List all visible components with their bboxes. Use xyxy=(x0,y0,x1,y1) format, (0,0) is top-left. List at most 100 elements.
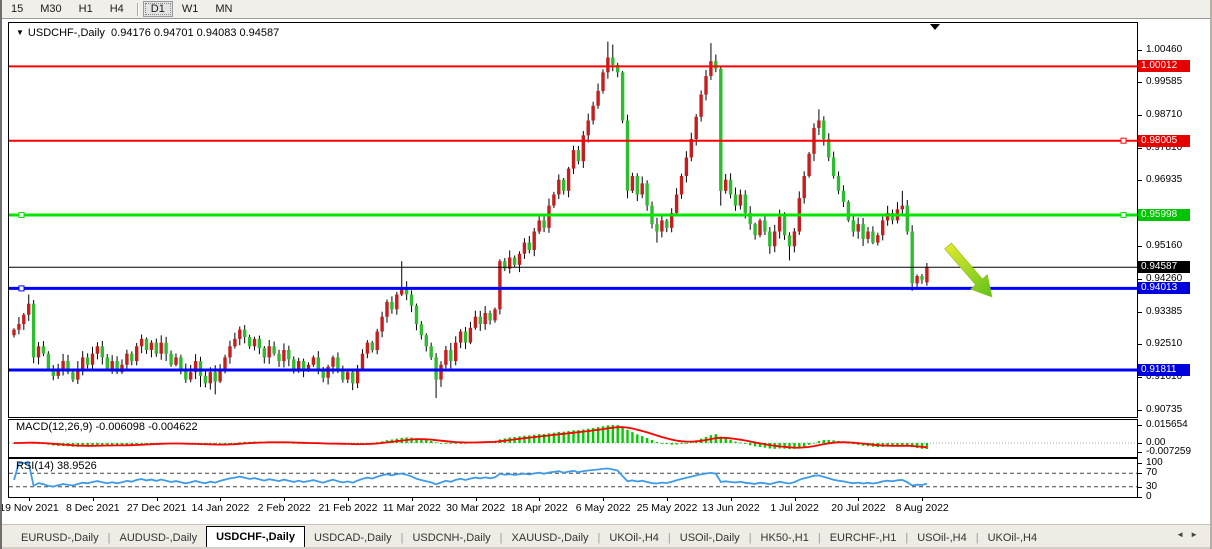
price-tick xyxy=(1138,148,1142,149)
price-tick xyxy=(1138,410,1142,411)
date-label: 30 Mar 2022 xyxy=(446,502,505,514)
tab-usdcad-daily[interactable]: USDCAD-,Daily xyxy=(305,529,401,547)
timeframe-button-h1[interactable]: H1 xyxy=(71,1,101,17)
tab-usdchf-daily[interactable]: USDCHF-,Daily xyxy=(206,526,305,548)
mt4-window: 15M30H1H4 D1W1MN ▼ USDCHF-,Daily 0.94176 0… xyxy=(0,0,1212,549)
date-label: 13 Jun 2022 xyxy=(702,502,760,514)
tab-scroll-right-icon[interactable]: ► xyxy=(1190,530,1204,539)
date-tick xyxy=(858,498,859,501)
chart-ohlc-quote: 0.94176 0.94701 0.94083 0.94587 xyxy=(111,27,279,39)
rsi-tick xyxy=(1138,497,1142,498)
macd-tick xyxy=(1138,452,1142,453)
timeframe-button-h4[interactable]: H4 xyxy=(102,1,132,17)
tab-scroll-arrows: ◄► xyxy=(1176,530,1204,539)
price-tick xyxy=(1138,312,1142,313)
date-label: 19 Nov 2021 xyxy=(0,502,59,514)
rsi-tick xyxy=(1138,463,1142,464)
price-tick xyxy=(1138,344,1142,345)
rsi-tick xyxy=(1138,473,1142,474)
price-label: 0.93385 xyxy=(1146,306,1182,317)
date-label: 11 Mar 2022 xyxy=(383,502,441,514)
tab-hk50-h1[interactable]: HK50-,H1 xyxy=(752,529,818,547)
macd-tick xyxy=(1138,443,1142,444)
price-chart-panel[interactable] xyxy=(8,22,1138,418)
price-label: 1.00460 xyxy=(1146,44,1182,55)
date-label: 18 Apr 2022 xyxy=(511,502,568,514)
price-tick xyxy=(1138,279,1142,280)
date-tick xyxy=(795,498,796,501)
timeframe-button-w1[interactable]: W1 xyxy=(174,1,207,17)
tab-usdcnh-daily[interactable]: USDCNH-,Daily xyxy=(403,529,499,547)
tab-eurchf-h1[interactable]: EURCHF-,H1 xyxy=(821,529,906,547)
date-label: 6 May 2022 xyxy=(576,502,631,514)
date-tick xyxy=(93,498,94,501)
price-level-chip: 0.98005 xyxy=(1138,135,1190,147)
date-label: 21 Feb 2022 xyxy=(319,502,378,514)
price-label: 0.92510 xyxy=(1146,338,1182,349)
timeframe-button-15[interactable]: 15 xyxy=(3,1,31,17)
date-label: 20 Jul 2022 xyxy=(831,502,885,514)
tab-ukoil-h4[interactable]: UKOil-,H4 xyxy=(600,529,668,547)
tab-ukoil-h4[interactable]: UKOil-,H4 xyxy=(979,529,1047,547)
date-label: 14 Jan 2022 xyxy=(191,502,249,514)
date-label: 8 Aug 2022 xyxy=(896,502,949,514)
price-tick xyxy=(1138,82,1142,83)
date-tick xyxy=(29,498,30,501)
date-label: 27 Dec 2021 xyxy=(127,502,187,514)
date-label: 2 Feb 2022 xyxy=(258,502,311,514)
date-tick xyxy=(157,498,158,501)
tab-usoil-daily[interactable]: USOil-,Daily xyxy=(671,529,749,547)
price-label: 0.90735 xyxy=(1146,404,1182,415)
timeframe-button-mn[interactable]: MN xyxy=(207,1,240,17)
price-tick xyxy=(1138,246,1142,247)
macd-indicator-label: MACD(12,26,9) -0.006098 -0.004622 xyxy=(16,421,198,433)
price-axis[interactable]: 1.004600.995850.987100.978100.969350.951… xyxy=(1138,22,1212,498)
tab-xauusd-daily[interactable]: XAUUSD-,Daily xyxy=(503,529,598,547)
date-tick xyxy=(922,498,923,501)
date-tick xyxy=(412,498,413,501)
macd-tick xyxy=(1138,425,1142,426)
date-tick xyxy=(220,498,221,501)
date-tick xyxy=(348,498,349,501)
price-tick xyxy=(1138,50,1142,51)
macd-label: 0.015654 xyxy=(1146,419,1188,430)
timeframe-button-d1[interactable]: D1 xyxy=(143,1,173,17)
date-label: 25 May 2022 xyxy=(637,502,698,514)
date-tick xyxy=(603,498,604,501)
tab-scroll-left-icon[interactable]: ◄ xyxy=(1176,530,1190,539)
price-label: 0.99585 xyxy=(1146,76,1182,87)
chart-symbol-label: USDCHF-,Daily xyxy=(28,27,105,39)
price-tick xyxy=(1138,377,1142,378)
price-tick xyxy=(1138,115,1142,116)
price-label: 0.98710 xyxy=(1146,109,1182,120)
tab-audusd-daily[interactable]: AUDUSD-,Daily xyxy=(110,529,206,547)
chart-title: ▼ USDCHF-,Daily 0.94176 0.94701 0.94083 0… xyxy=(16,27,279,39)
price-level-chip: 0.94587 xyxy=(1138,261,1190,273)
tab-eurusd-daily[interactable]: EURUSD-,Daily xyxy=(12,529,108,547)
date-tick xyxy=(667,498,668,501)
timeframe-toolbar: 15M30H1H4 D1W1MN xyxy=(2,0,1210,19)
macd-label: -0.007259 xyxy=(1146,446,1191,457)
price-tick xyxy=(1138,180,1142,181)
date-tick xyxy=(284,498,285,501)
dropdown-triangle-icon[interactable]: ▼ xyxy=(16,28,24,37)
rsi-label: 70 xyxy=(1146,467,1157,478)
price-level-chip: 1.00012 xyxy=(1138,60,1190,72)
chart-tab-bar: EURUSD-,Daily|AUDUSD-,DailyUSDCHF-,Daily… xyxy=(2,524,1210,547)
rsi-label: 0 xyxy=(1146,491,1152,502)
toolbar-divider xyxy=(137,3,139,16)
rsi-indicator-label: RSI(14) 38.9526 xyxy=(16,460,97,472)
date-tick xyxy=(476,498,477,501)
price-level-chip: 0.95998 xyxy=(1138,209,1190,221)
date-axis[interactable]: 19 Nov 20218 Dec 202127 Dec 202114 Jan 2… xyxy=(8,498,1138,522)
timeframe-button-m30[interactable]: M30 xyxy=(32,1,69,17)
tab-usoil-h4[interactable]: USOil-,H4 xyxy=(908,529,976,547)
rsi-tick xyxy=(1138,487,1142,488)
price-level-chip: 0.94013 xyxy=(1138,282,1190,294)
date-label: 8 Dec 2021 xyxy=(66,502,120,514)
price-label: 0.96935 xyxy=(1146,174,1182,185)
date-tick xyxy=(731,498,732,501)
price-level-chip: 0.91811 xyxy=(1138,364,1190,376)
rsi-panel[interactable] xyxy=(8,458,1138,498)
price-label: 0.95160 xyxy=(1146,240,1182,251)
